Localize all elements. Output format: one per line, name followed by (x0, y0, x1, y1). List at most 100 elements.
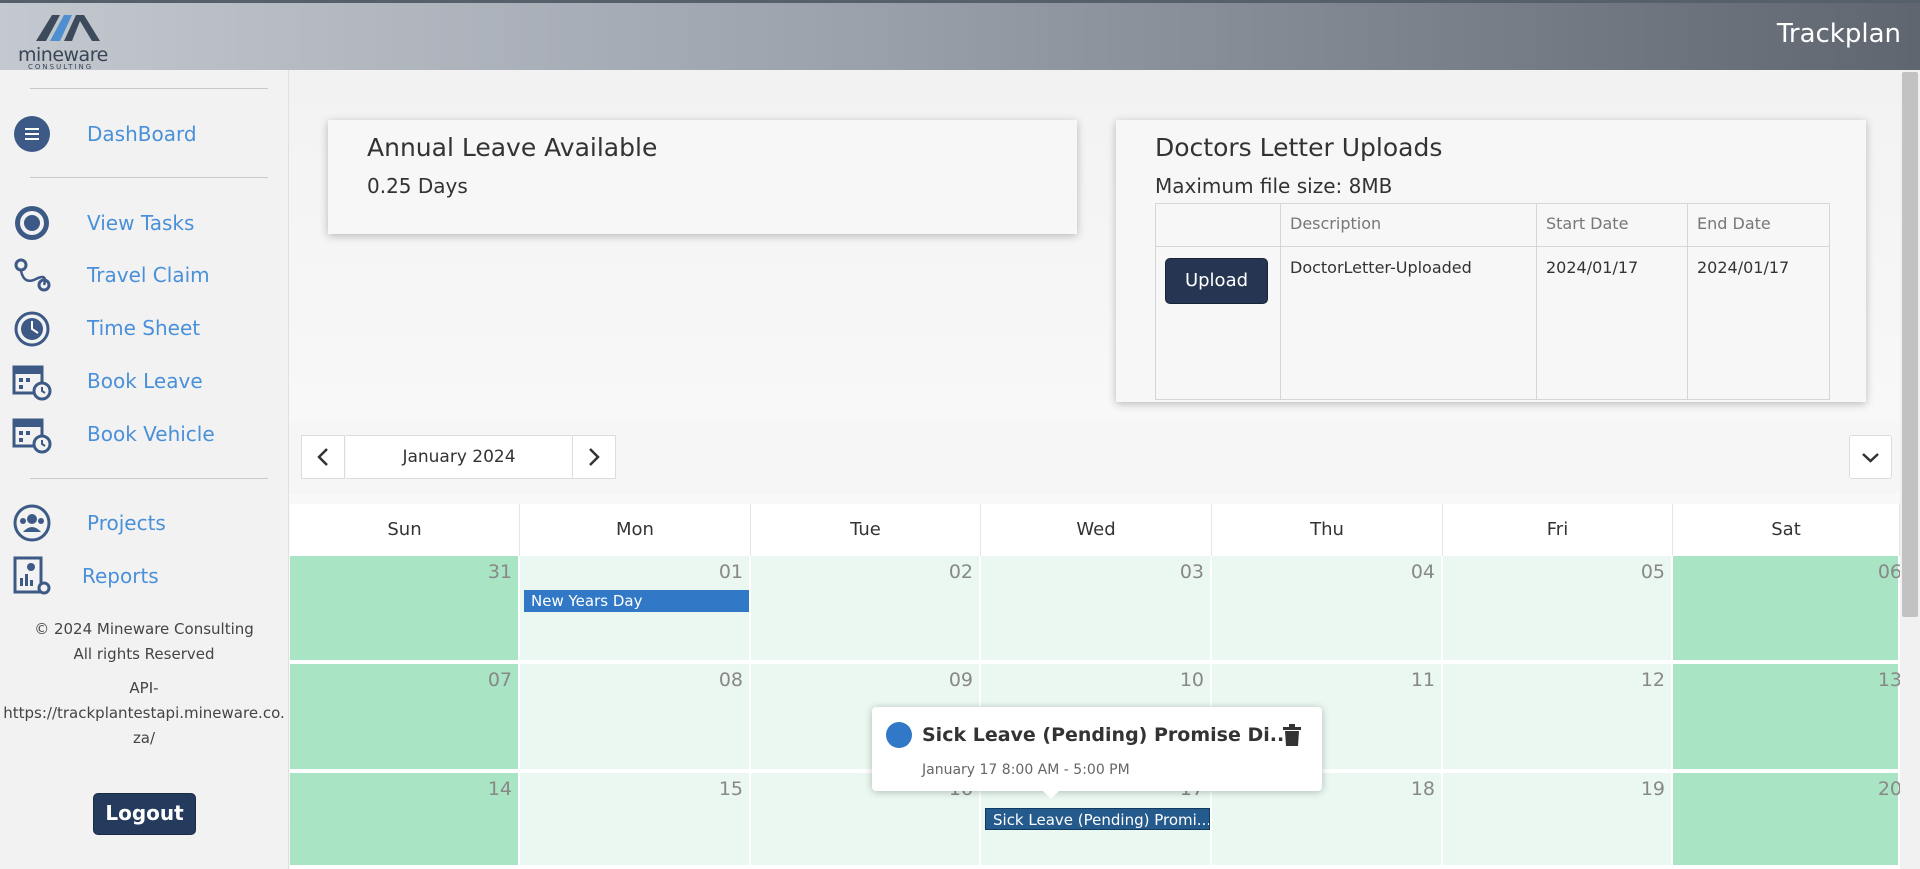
day-number: 20 (1877, 778, 1902, 800)
calendar-day-cell[interactable]: 13 (1673, 664, 1902, 773)
scrollbar-thumb[interactable] (1902, 72, 1918, 617)
chevron-down-icon (1862, 453, 1879, 463)
calendar-day-cell[interactable]: 05 (1443, 556, 1673, 664)
report-icon (13, 556, 51, 595)
mineware-logo[interactable]: mineware CONSULTING (18, 7, 128, 71)
sidebar-item-label: Projects (87, 511, 166, 535)
rights-text: All rights Reserved (73, 645, 215, 663)
sidebar-item-label: Book Vehicle (87, 422, 215, 446)
day-number: 03 (1179, 561, 1204, 583)
weekday-header-sat: Sat (1673, 504, 1900, 556)
popup-arrow (1042, 790, 1060, 799)
sidebar-item-label: Reports (82, 564, 159, 588)
popup-event-time: January 17 8:00 AM - 5:00 PM (922, 762, 1130, 778)
view-dropdown-button[interactable] (1849, 435, 1892, 479)
weekday-header-wed: Wed (981, 504, 1212, 556)
clock-icon (14, 311, 50, 347)
day-number: 13 (1877, 669, 1902, 691)
prev-month-button[interactable] (301, 435, 345, 479)
sidebar-divider (30, 478, 268, 479)
column-header (1155, 203, 1281, 247)
sidebar-item-travel-claim[interactable]: Travel Claim (0, 253, 288, 297)
sick-leave-event[interactable]: Sick Leave (Pending) Promi... (985, 808, 1210, 830)
day-number: 12 (1640, 669, 1665, 691)
api-url-line-2: za/ (132, 729, 156, 747)
calendar-day-cell[interactable]: 03 (981, 556, 1212, 664)
start-date-cell: 2024/01/17 (1536, 246, 1688, 400)
day-number: 19 (1640, 778, 1665, 800)
calendar-clock-icon (12, 418, 52, 454)
column-header: End Date (1687, 203, 1830, 247)
next-month-button[interactable] (572, 435, 616, 479)
sidebar-item-book-leave[interactable]: Book Leave (0, 359, 288, 403)
day-number: 07 (487, 669, 512, 691)
chevron-right-icon (589, 448, 600, 466)
sidebar-item-label: Time Sheet (87, 316, 201, 340)
day-number: 08 (718, 669, 743, 691)
chevron-left-icon (317, 448, 328, 466)
sidebar-item-label: Book Leave (87, 369, 203, 393)
calendar-day-cell[interactable]: 19 (1443, 773, 1673, 869)
uploads-table: Description Start Date End Date Upload D… (1155, 203, 1830, 400)
sidebar-item-reports[interactable]: Reports (0, 554, 288, 598)
day-number: 09 (948, 669, 973, 691)
weekday-header-fri: Fri (1443, 504, 1673, 556)
calendar-day-cell[interactable]: 06 (1673, 556, 1902, 664)
calendar-day-cell[interactable]: 31 (290, 556, 520, 664)
day-number: 01 (718, 561, 743, 583)
calendar-day-cell[interactable]: 04 (1212, 556, 1443, 664)
action-cell: Upload (1155, 246, 1281, 400)
day-number: 15 (718, 778, 743, 800)
calendar-day-cell[interactable]: 08 (520, 664, 751, 773)
calendar-day-cell[interactable]: 15 (520, 773, 751, 869)
day-number: 31 (487, 561, 512, 583)
target-icon (15, 206, 49, 240)
api-label: API- (129, 679, 159, 697)
current-month-label[interactable]: January 2024 (346, 435, 572, 479)
day-number: 05 (1640, 561, 1665, 583)
max-file-size-text: Maximum file size: 8MB (1155, 174, 1393, 198)
calendar-day-cell[interactable]: 20 (1673, 773, 1902, 869)
calendar-clock-icon (12, 365, 52, 401)
api-url-line-1: https://trackplantestapi.mineware.co. (3, 704, 285, 722)
popup-event-title: Sick Leave (Pending) Promise Di... (922, 724, 1292, 746)
day-number: 14 (487, 778, 512, 800)
calendar-day-cell[interactable]: 02 (751, 556, 981, 664)
sidebar-item-view-tasks[interactable]: View Tasks (0, 201, 288, 245)
sidebar-item-label: DashBoard (87, 122, 197, 146)
upload-button[interactable]: Upload (1165, 258, 1268, 304)
app-title: Trackplan (1776, 19, 1901, 49)
sidebar-item-dashboard[interactable]: DashBoard (0, 112, 288, 156)
sidebar-item-book-vehicle[interactable]: Book Vehicle (0, 412, 288, 456)
column-header: Description (1280, 203, 1537, 247)
sidebar: DashBoard View Tasks Travel Claim Time S… (0, 70, 289, 869)
day-number: 06 (1877, 561, 1902, 583)
weekday-header-mon: Mon (520, 504, 751, 556)
team-icon (13, 504, 51, 542)
route-icon (14, 258, 51, 292)
copyright-text: © 2024 Mineware Consulting (34, 620, 254, 638)
sidebar-item-time-sheet[interactable]: Time Sheet (0, 306, 288, 350)
trash-icon[interactable] (1282, 724, 1302, 746)
calendar-day-cell[interactable]: 12 (1443, 664, 1673, 773)
menu-icon (14, 116, 50, 152)
day-number: 04 (1410, 561, 1435, 583)
holiday-event[interactable]: New Years Day (524, 590, 749, 612)
weekday-header-sun: Sun (290, 504, 520, 556)
page-scrollbar[interactable] (1900, 70, 1920, 869)
sidebar-item-label: View Tasks (87, 211, 195, 235)
day-number: 18 (1410, 778, 1435, 800)
sidebar-item-projects[interactable]: Projects (0, 501, 288, 545)
day-number: 11 (1410, 669, 1435, 691)
sidebar-item-label: Travel Claim (87, 263, 210, 287)
annual-leave-value: 0.25 Days (367, 174, 468, 198)
calendar-day-cell[interactable]: 07 (290, 664, 520, 773)
weekday-header-tue: Tue (751, 504, 981, 556)
description-cell: DoctorLetter-Uploaded (1280, 246, 1537, 400)
top-bar: mineware CONSULTING Trackplan (0, 0, 1920, 71)
calendar-day-cell[interactable]: 14 (290, 773, 520, 869)
event-popup: Sick Leave (Pending) Promise Di... Janua… (872, 707, 1322, 799)
day-number: 02 (948, 561, 973, 583)
logout-button[interactable]: Logout (93, 793, 196, 835)
annual-leave-title: Annual Leave Available (367, 133, 658, 162)
